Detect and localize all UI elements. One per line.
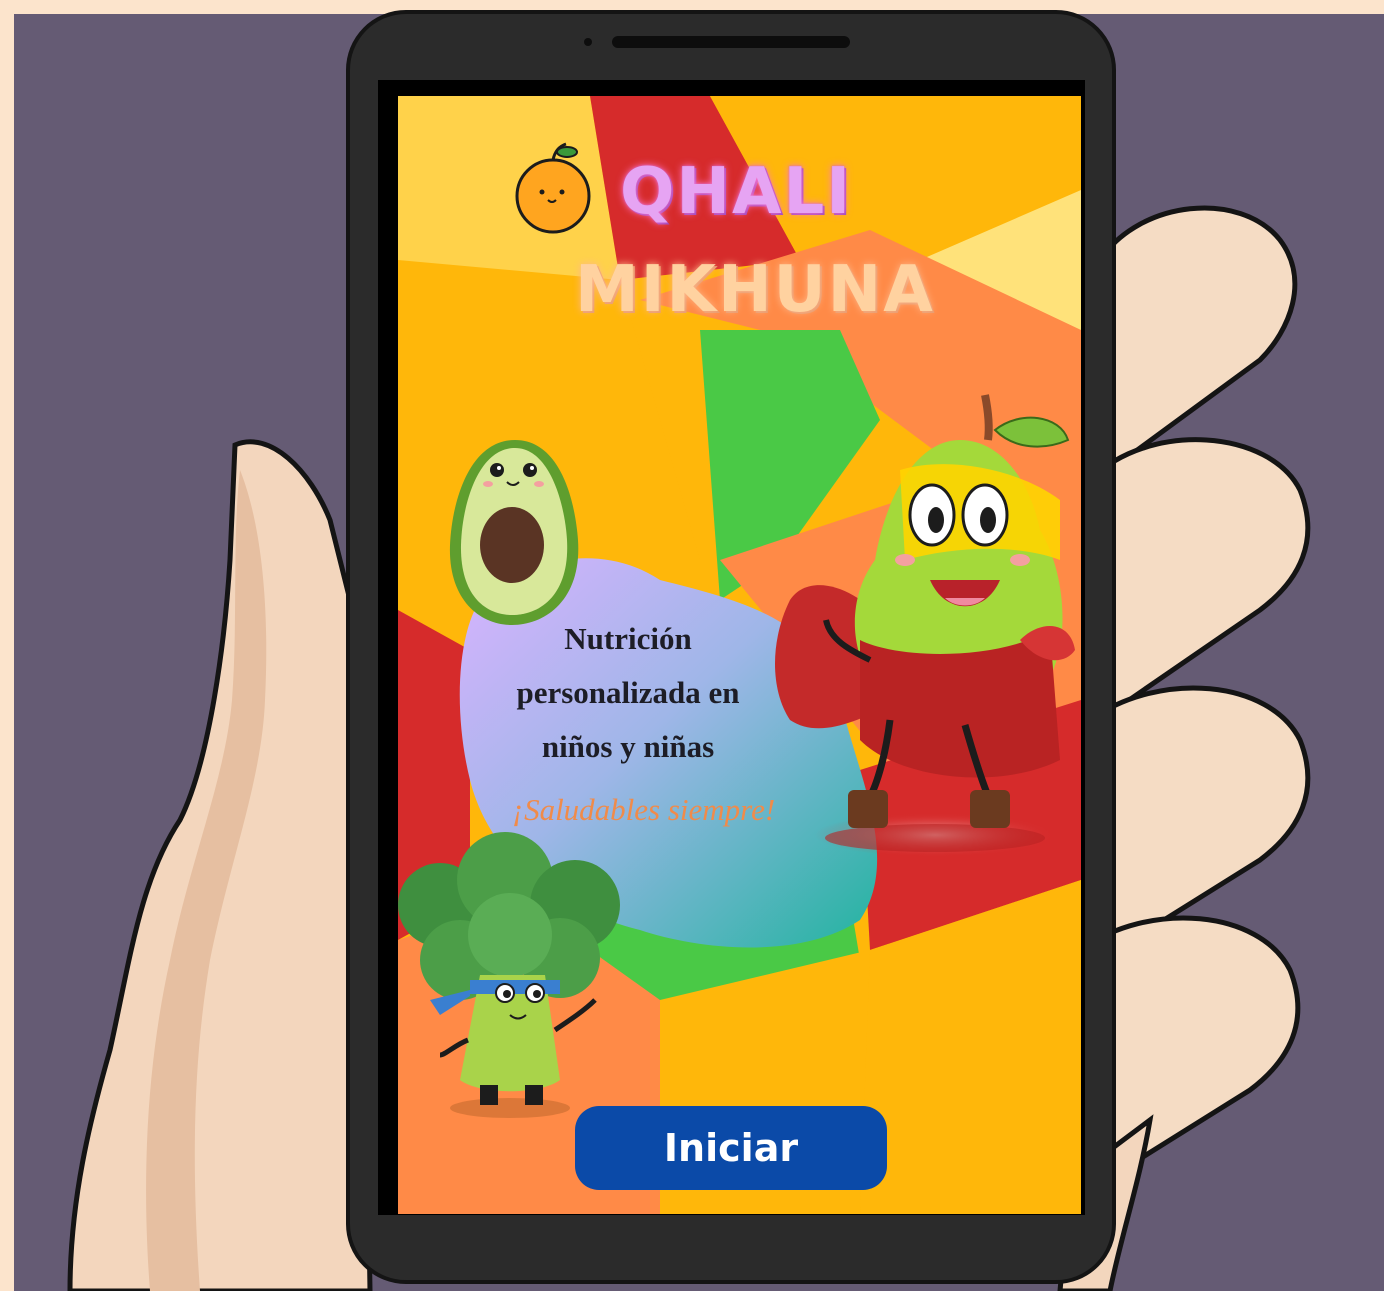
slogan: ¡Saludables siempre! bbox=[512, 792, 776, 827]
camera-dot bbox=[584, 38, 592, 46]
tagline: Nutrición personalizada en niños y niñas bbox=[478, 612, 778, 774]
app-title-line1: QHALI bbox=[620, 155, 853, 229]
start-button[interactable]: Iniciar bbox=[575, 1106, 887, 1190]
app-title-line2: MIKHUNA bbox=[575, 253, 935, 327]
speaker-grille bbox=[612, 36, 850, 48]
tagline-line2: personalizada en bbox=[516, 675, 740, 710]
stage: QHALI MIKHUNA Nutrición personalizada en… bbox=[0, 0, 1384, 1291]
tagline-line1: Nutrición bbox=[564, 621, 692, 656]
tagline-line3: niños y niñas bbox=[541, 729, 715, 764]
